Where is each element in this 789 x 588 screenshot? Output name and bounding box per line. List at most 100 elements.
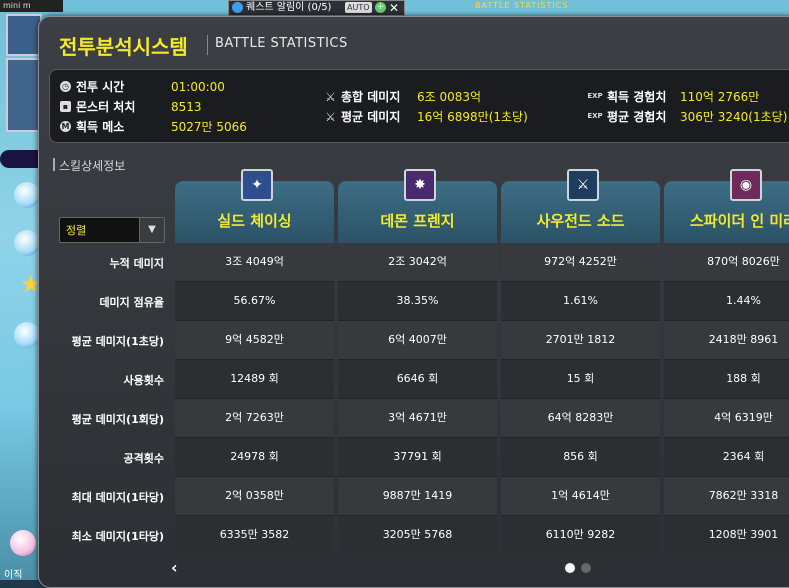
skill-name: 실드 체이싱 [217, 212, 292, 230]
stat-cell: 3억 4671만 [338, 399, 497, 437]
stat-cell: 9887만 1419 [338, 477, 497, 515]
sword-icon: ⚔ [325, 110, 336, 124]
side-thumbnail[interactable] [6, 14, 42, 56]
stat-cell: 15 회 [501, 360, 660, 398]
stat-cell: 1208만 3901 [664, 516, 789, 553]
sort-label: 정렬 [66, 224, 87, 237]
stat-cell: 24978 회 [175, 438, 334, 476]
stat-cell: 6335만 3582 [175, 516, 334, 553]
thousand-sword-icon: ⚔ [567, 169, 599, 201]
title-divider [207, 35, 208, 55]
stat-cell: 56.67% [175, 282, 334, 320]
sort-dropdown[interactable]: 정렬 ▼ [59, 217, 165, 243]
skill-name: 사우전드 소드 [536, 212, 625, 230]
stat-cell: 6억 4007만 [338, 321, 497, 359]
skill-column[interactable]: 실드 체이싱 3조 4049억 56.67% 9억 4582만 12489 회 2억 72… [175, 181, 334, 553]
stat-value: 16억 6898만(1초당) [417, 110, 528, 124]
npc-bubble-icon[interactable] [14, 230, 40, 256]
stat-cell: 2418만 8961 [664, 321, 789, 359]
stat-label: 획득 경험치 [607, 90, 667, 104]
stat-cell: 38.35% [338, 282, 497, 320]
stat-cell: 2364 회 [664, 438, 789, 476]
clock-icon: ◷ [60, 81, 71, 92]
shield-chasing-icon: ✦ [241, 169, 273, 201]
page-dot-active[interactable] [565, 563, 575, 573]
stat-value: 306만 3240(1초당) [680, 110, 788, 124]
row-label: 평균 데미지(1회당) [71, 413, 164, 426]
top-caption: BATTLE STATISTICS [475, 1, 569, 10]
stat-label: 전투 시간 [76, 80, 125, 94]
stat-cell: 2701만 1812 [501, 321, 660, 359]
stat-cell: 1.61% [501, 282, 660, 320]
side-panel[interactable] [6, 58, 42, 132]
stat-value: 110억 2766만 [680, 90, 760, 104]
npc-bubble-icon[interactable] [14, 322, 40, 348]
skill-column[interactable]: 데몬 프렌지 2조 3042억 38.35% 6억 4007만 6646 회 3억 467… [338, 181, 497, 553]
stat-value: 8513 [171, 100, 202, 114]
stat-cell: 856 회 [501, 438, 660, 476]
meso-icon: M [60, 121, 71, 132]
window-title: 전투분석시스템 [59, 35, 188, 59]
stat-cell: 3조 4049억 [175, 243, 334, 281]
row-label: 공격횟수 [123, 452, 164, 465]
demon-frenzy-icon: ✸ [404, 169, 436, 201]
page-dot[interactable] [581, 563, 591, 573]
prev-page-arrow[interactable]: ‹ [171, 558, 178, 577]
stat-label: 몬스터 처치 [76, 100, 136, 114]
stat-value: 01:00:00 [171, 80, 225, 94]
skill-name: 데몬 프렌지 [380, 212, 455, 230]
skill-column[interactable]: 스파이더 인 미러 870억 8026만 1.44% 2418만 8961 188 회4… [664, 181, 789, 553]
stat-value: 6조 0083억 [417, 90, 482, 104]
stat-cell: 64억 8283만 [501, 399, 660, 437]
row-label: 최소 데미지(1타당) [71, 530, 164, 543]
spider-in-mirror-icon: ◉ [730, 169, 762, 201]
quest-icon [232, 2, 243, 13]
monster-icon: ▪ [60, 101, 71, 112]
stat-cell: 1.44% [664, 282, 789, 320]
stat-cell: 9억 4582만 [175, 321, 334, 359]
skill-name: 스파이더 인 미러 [689, 212, 789, 230]
stat-label: 평균 경험치 [607, 110, 667, 124]
stat-cell: 188 회 [664, 360, 789, 398]
exp-icon: EXP [587, 112, 603, 120]
exp-icon: EXP [587, 92, 603, 100]
npc-bubble-icon[interactable] [14, 182, 40, 208]
battle-statistics-window: 전투분석시스템 BATTLE STATISTICS ◷ 전투 시간 01:00:… [38, 16, 789, 588]
stat-cell: 37791 회 [338, 438, 497, 476]
side-bottom-text: 이직 [4, 570, 23, 581]
stat-cell: 4억 6319만 [664, 399, 789, 437]
skill-detail-heading: 스킬상세정보 [52, 158, 126, 173]
stat-cell: 7862만 3318 [664, 477, 789, 515]
stat-cell: 6646 회 [338, 360, 497, 398]
stat-cell: 12489 회 [175, 360, 334, 398]
stat-cell: 972억 4252만 [501, 243, 660, 281]
stat-label: 평균 데미지 [341, 110, 401, 124]
row-label: 최대 데미지(1타당) [71, 491, 164, 504]
skill-column-header: 스파이더 인 미러 [664, 181, 789, 243]
row-label: 누적 데미지 [109, 257, 164, 270]
stat-label: 획득 메소 [76, 120, 125, 134]
chevron-down-icon[interactable]: ▼ [139, 218, 164, 242]
stat-value: 5027만 5066 [171, 120, 247, 134]
quest-notifier-tab[interactable]: 퀘스트 알림이 (0/5) AUTO + ✕ [228, 0, 405, 16]
close-icon[interactable]: ✕ [389, 1, 399, 15]
stat-cell: 3205만 5768 [338, 516, 497, 553]
plus-icon[interactable]: + [375, 2, 386, 13]
stat-cell: 2조 3042억 [338, 243, 497, 281]
pink-bubble-icon [10, 530, 36, 556]
stat-cell: 2억 7263만 [175, 399, 334, 437]
sword-icon: ⚔ [325, 90, 336, 104]
window-subtitle: BATTLE STATISTICS [215, 36, 348, 51]
stat-cell: 2억 0358만 [175, 477, 334, 515]
minimap-bar[interactable]: mini m [0, 0, 63, 12]
summary-stats-panel: ◷ 전투 시간 01:00:00 ▪ 몬스터 처치 8513 M 획득 메소 5… [49, 69, 789, 143]
stat-label: 총합 데미지 [341, 90, 401, 104]
stat-cell: 1억 4614만 [501, 477, 660, 515]
auto-button[interactable]: AUTO [345, 2, 372, 13]
stat-cell: 6110만 9282 [501, 516, 660, 553]
row-label: 사용횟수 [123, 374, 164, 387]
quest-notifier-label: 퀘스트 알림이 (0/5) [246, 2, 332, 13]
row-label: 데미지 점유율 [99, 296, 164, 309]
row-label: 평균 데미지(1초당) [71, 335, 164, 348]
skill-column[interactable]: 사우전드 소드 972억 4252만 1.61% 2701만 1812 15 회 64억 … [501, 181, 660, 553]
